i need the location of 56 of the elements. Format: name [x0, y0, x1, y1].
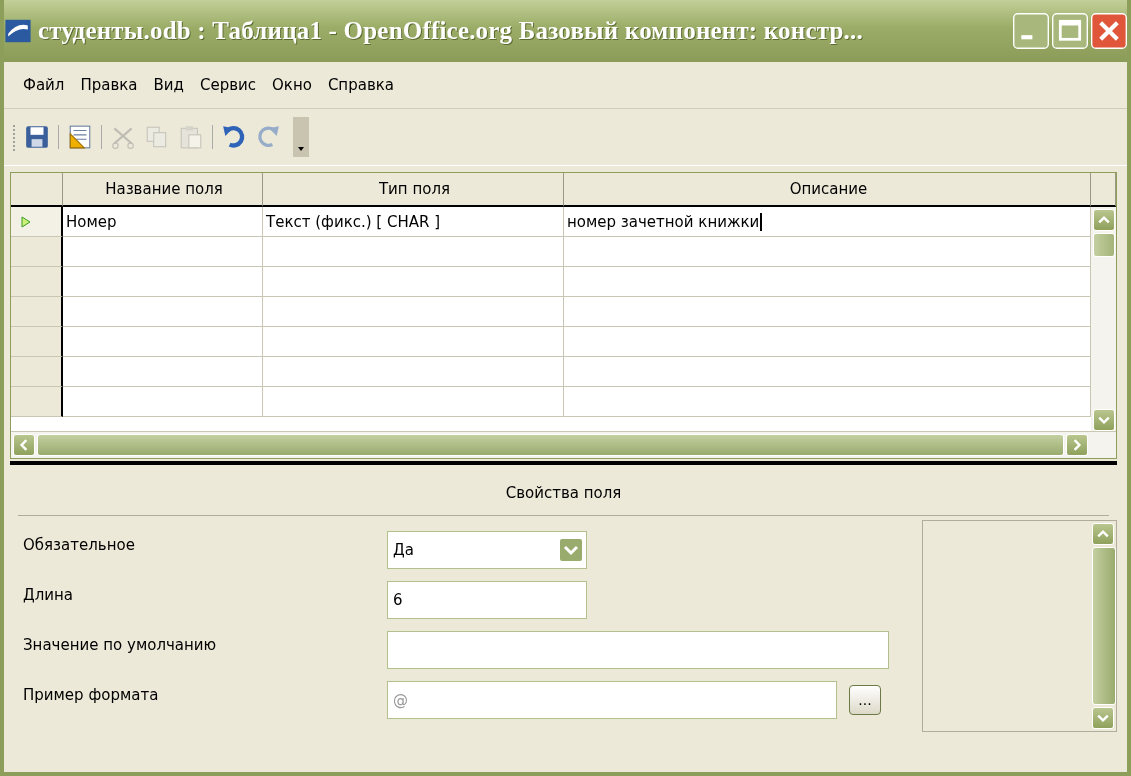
menu-item[interactable]: Сервис	[194, 74, 262, 96]
dropdown-field[interactable]: Да	[387, 531, 587, 569]
close-button[interactable]	[1091, 13, 1127, 49]
row-header[interactable]	[11, 387, 63, 417]
column-header[interactable]: Название поля	[63, 173, 263, 207]
menu-item[interactable]: Окно	[267, 74, 317, 96]
row-header[interactable]	[11, 297, 63, 327]
maximize-button[interactable]	[1052, 13, 1088, 49]
scroll-down-button[interactable]	[1093, 409, 1115, 431]
toolbar-overflow-button[interactable]	[293, 117, 309, 157]
row-header[interactable]	[11, 357, 63, 387]
input-field[interactable]: 6	[387, 581, 587, 619]
row-header[interactable]	[11, 237, 63, 267]
menu-item[interactable]: Правка	[75, 74, 143, 96]
table-cell: номер зачетной книжки	[564, 207, 1091, 237]
table-cell: Текст (фикс.) [ CHAR ]	[263, 207, 564, 237]
minimize-button[interactable]	[1013, 13, 1049, 49]
scroll-down-button[interactable]	[1092, 707, 1114, 729]
menu-item[interactable]: Справка	[322, 74, 399, 96]
menu-item[interactable]: Вид	[148, 74, 189, 96]
column-header[interactable]: Тип поля	[263, 173, 564, 207]
scroll-up-button[interactable]	[1092, 523, 1114, 545]
field-label: Обязательное	[23, 536, 136, 554]
chevron-up-icon	[1098, 214, 1110, 226]
vertical-scrollbar[interactable]	[1091, 207, 1116, 431]
scrollbar-thumb[interactable]	[1092, 547, 1116, 705]
current-row-icon	[21, 215, 31, 228]
undo-icon[interactable]	[221, 124, 247, 150]
input-field[interactable]	[387, 631, 889, 669]
chevron-down-icon	[1098, 414, 1110, 426]
chevron-right-icon	[1071, 439, 1083, 451]
database-app-icon	[4, 17, 32, 45]
scroll-right-button[interactable]	[1066, 434, 1088, 456]
scrollbar-thumb[interactable]	[37, 434, 1064, 456]
column-header[interactable]: Описание	[564, 173, 1091, 207]
field-label: Длина	[23, 586, 75, 604]
row-header[interactable]	[11, 207, 63, 237]
chevron-up-icon	[1097, 528, 1109, 540]
toolbar-grip-icon	[12, 122, 16, 152]
scroll-up-button[interactable]	[1093, 209, 1115, 231]
row-header[interactable]	[11, 267, 63, 297]
scrollbar-thumb[interactable]	[1093, 233, 1115, 257]
save-icon[interactable]	[24, 124, 50, 150]
vertical-scrollbar[interactable]	[1092, 521, 1116, 731]
chevron-left-icon	[18, 439, 30, 451]
scroll-left-button[interactable]	[13, 434, 35, 456]
table-design-icon[interactable]	[67, 124, 93, 150]
horizontal-scrollbar[interactable]	[11, 431, 1116, 458]
table-cell: Номер	[63, 207, 263, 237]
row-header[interactable]	[11, 327, 63, 357]
chevron-down-icon	[1097, 712, 1109, 724]
field-label: Пример формата	[23, 686, 160, 704]
section-title: Свойства поля	[18, 465, 1109, 516]
window-title: студенты.odb : Таблица1 - OpenOffice.org Базовый компонент: констр...	[38, 17, 864, 45]
field-label: Значение по умолчанию	[23, 636, 218, 654]
menu-item[interactable]: Файл	[18, 74, 70, 96]
